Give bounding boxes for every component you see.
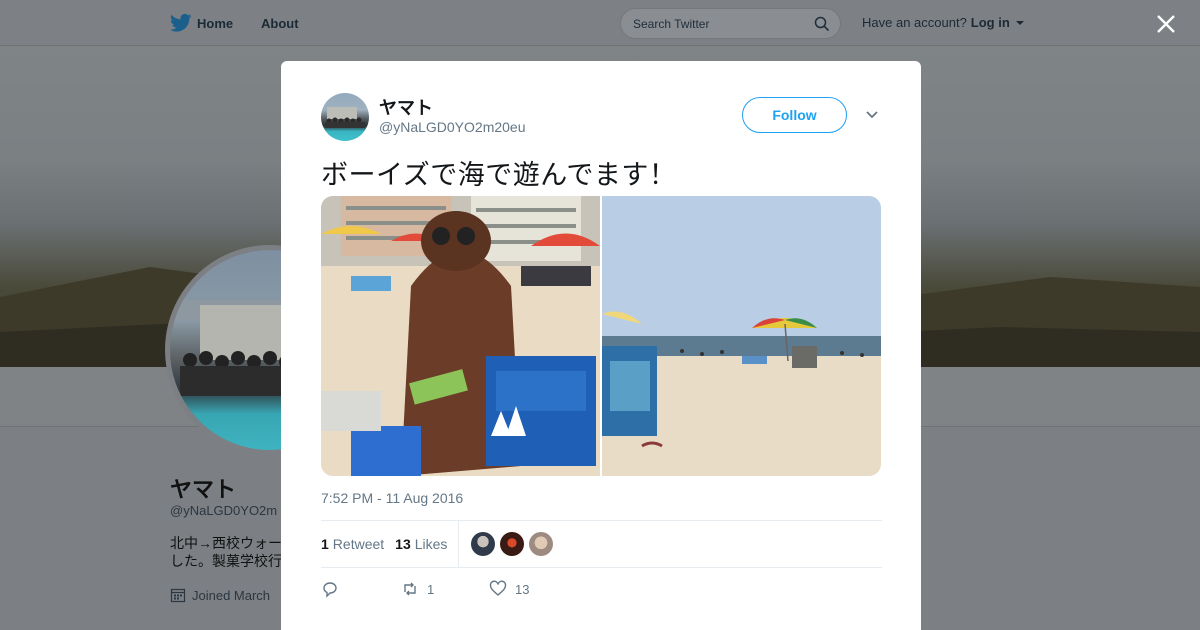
- liker-avatar[interactable]: [529, 532, 554, 556]
- tweet-author-avatar[interactable]: [321, 93, 369, 141]
- liker-avatar[interactable]: [471, 532, 496, 556]
- nav-about[interactable]: About: [261, 0, 299, 46]
- retweet-action[interactable]: 1: [401, 580, 489, 598]
- retweets-stat[interactable]: 1 Retweet: [321, 536, 384, 552]
- retweets-label: Retweet: [332, 536, 385, 552]
- have-account-text: Have an account?: [862, 15, 967, 30]
- retweet-action-count: 1: [427, 581, 435, 597]
- login-link[interactable]: Log in: [971, 15, 1010, 30]
- tweet-photo-1[interactable]: [321, 196, 600, 476]
- likes-stat[interactable]: 13 Likes: [395, 536, 447, 552]
- tweet-actions: 1 13: [321, 579, 529, 599]
- reply-icon[interactable]: [321, 580, 339, 598]
- follow-button[interactable]: Follow: [742, 97, 847, 133]
- tweet-author-handle[interactable]: @yNaLGD0YO2m20eu: [379, 119, 526, 135]
- tweet-modal: ヤマト @yNaLGD0YO2m20eu Follow ボーイズで海で遊んでます…: [281, 61, 921, 630]
- search-input[interactable]: Search Twitter: [620, 8, 841, 39]
- liker-avatar[interactable]: [500, 532, 525, 556]
- joined-label: Joined March: [192, 587, 271, 603]
- tweet-timestamp[interactable]: 7:52 PM - 11 Aug 2016: [321, 490, 463, 506]
- tweet-photo-2[interactable]: [602, 196, 881, 476]
- top-navigation-bar: Home About Search Twitter Have an accoun…: [0, 0, 1200, 46]
- like-action[interactable]: 13: [489, 580, 529, 598]
- search-icon[interactable]: [814, 16, 830, 32]
- tweet-text: ボーイズで海で遊んでます！: [321, 160, 677, 191]
- search-placeholder: Search Twitter: [633, 17, 710, 31]
- calendar-icon: [170, 588, 186, 603]
- profile-bio: 北中→西校ウォー した。製菓学校行: [170, 535, 282, 569]
- retweet-icon[interactable]: [401, 580, 419, 598]
- tweet-author-name[interactable]: ヤマト: [379, 94, 433, 120]
- liker-avatars: [471, 532, 554, 556]
- like-action-count: 13: [515, 581, 530, 597]
- tweet-stats: 1 Retweet 13 Likes: [321, 520, 882, 568]
- caret-down-icon[interactable]: [1015, 20, 1024, 25]
- stats-divider: [458, 520, 460, 568]
- close-icon[interactable]: [1154, 12, 1178, 36]
- chevron-down-icon[interactable]: [865, 109, 879, 121]
- heart-icon[interactable]: [489, 580, 507, 598]
- nav-home[interactable]: Home: [197, 0, 233, 46]
- account-area: Have an account? Log in: [862, 15, 1024, 30]
- profile-name: ヤマト: [170, 477, 237, 502]
- reply-action[interactable]: [321, 580, 401, 598]
- retweets-count: 1: [321, 536, 329, 552]
- profile-handle: @yNaLGD0YO2m: [170, 503, 278, 518]
- tweet-photos: [321, 196, 881, 476]
- twitter-bird-icon[interactable]: [170, 13, 192, 33]
- likes-label: Likes: [414, 536, 448, 552]
- profile-joined: Joined March: [170, 587, 270, 603]
- likes-count: 13: [395, 536, 411, 552]
